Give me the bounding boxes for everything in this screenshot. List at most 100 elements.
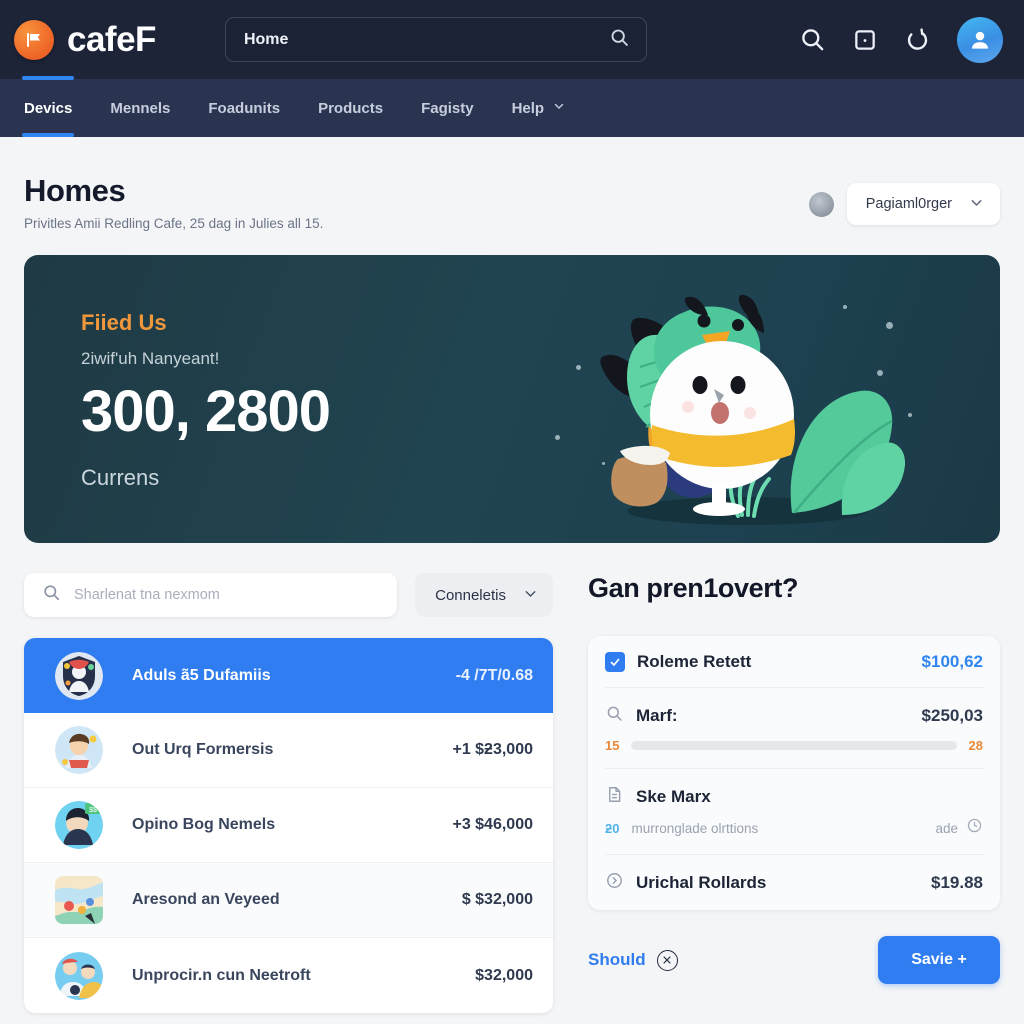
list-search-input[interactable] — [74, 587, 380, 603]
row-value: +3 $46,000 — [452, 816, 533, 833]
inbox-icon[interactable] — [852, 27, 878, 53]
should-link[interactable]: Should — [588, 949, 678, 971]
bird-mascot-illustration — [542, 273, 972, 543]
row-value: $100,62 — [921, 652, 983, 671]
row-label: Roleme Retett — [637, 652, 752, 671]
content-split: Conneletis — [24, 573, 1000, 1013]
header-search-input[interactable] — [243, 30, 609, 49]
summary-row[interactable]: Ske Marx ƻ0 murronglade olrttions ade — [605, 769, 983, 855]
table-row[interactable]: $$ Opino Bog Nemels +3 $46,000 — [24, 788, 553, 863]
row-label: Urichal Rollards — [636, 873, 767, 892]
cross-circle-icon[interactable] — [656, 949, 678, 971]
left-column: Conneletis — [24, 573, 553, 1013]
summary-row[interactable]: Marf: $250,03 15 28 — [605, 688, 983, 769]
search-icon[interactable] — [609, 27, 630, 53]
brand-logo[interactable]: cafeF — [14, 19, 156, 60]
nav-label: Foadunits — [208, 99, 281, 117]
right-panel-title: Gan pren1overt? — [588, 573, 799, 603]
search-icon — [42, 583, 61, 607]
brand-name: cafeF — [67, 19, 156, 59]
nav-label: Devics — [24, 99, 73, 117]
row-name: Aduls ã5 Dufamiis — [132, 666, 271, 684]
sub-text: murronglade olrttions — [631, 820, 759, 836]
page-dropdown-label: Pagiaml0rger — [865, 196, 952, 212]
nav-item-products[interactable]: Products — [318, 79, 383, 137]
table-row[interactable]: Out Urq Formersis +1 $ƻ3,000 — [24, 713, 553, 788]
power-icon[interactable] — [904, 26, 931, 53]
filter-row: Conneletis — [24, 573, 553, 617]
arrow-circle-icon — [605, 871, 624, 895]
should-link-label: Should — [588, 950, 646, 969]
row-name: Aresond an Veyeed — [132, 891, 280, 908]
row-label: Ske Marx — [636, 787, 711, 806]
nav-label: Help — [511, 99, 545, 117]
nav-label: Products — [318, 99, 384, 117]
progress-bar: 15 28 — [605, 738, 983, 753]
row-value: -4 /7Τ/0.68 — [455, 666, 533, 684]
row-name: Opino Bog Nemels — [132, 816, 276, 833]
item-list: Aduls ã5 Dufamiis -4 /7Τ/0.68 Out Urq Fo… — [24, 638, 553, 1013]
palette-map-avatar — [55, 876, 103, 924]
nav-item-devics[interactable]: Devics — [21, 76, 75, 137]
progress-track — [631, 741, 957, 750]
chevron-down-icon — [522, 585, 539, 606]
action-row: Should Savie + — [588, 936, 1000, 984]
page-title: Homes — [24, 173, 126, 208]
connect-dropdown-label: Conneletis — [435, 586, 506, 604]
nav-label: Mennels — [110, 99, 171, 117]
group-people-avatar — [55, 951, 103, 1000]
row-name: Out Urq Formersis — [132, 741, 274, 758]
progress-end: 28 — [968, 738, 983, 753]
page-body: Homes Privitles Amii Redling Cafe, 25 da… — [0, 137, 1024, 1013]
title-actions: Pagiaml0rger — [808, 173, 1000, 225]
sub-count: ƻ0 — [605, 820, 620, 836]
row-label: Marf: — [636, 706, 678, 725]
team-badge-avatar — [55, 651, 103, 700]
flag-logo-icon — [14, 19, 54, 60]
search-small-icon — [605, 704, 624, 728]
hero-eyebrow: Fiied Us — [81, 310, 167, 335]
nav-label: Fagisty — [421, 99, 474, 117]
summary-row[interactable]: Urichal Rollards $19.88 — [605, 855, 983, 910]
page-dropdown[interactable]: Pagiaml0rger — [846, 183, 1000, 225]
header-actions — [799, 16, 1010, 63]
row-subline: ƻ0 murronglade olrttions ade — [605, 817, 983, 839]
clock-circle-icon[interactable] — [966, 817, 983, 839]
progress-start: 15 — [605, 738, 620, 753]
connect-dropdown[interactable]: Conneletis — [415, 573, 553, 617]
right-column: Gan pren1overt? Roleme Retett $100,62 Ma… — [588, 573, 1000, 1013]
nav-item-fagisty[interactable]: Fagisty — [421, 79, 474, 137]
hero-copy: Fiied Us 2iwif'uh Nanyeant! 300, 2800 Cu… — [81, 310, 331, 491]
row-value: $19.88 — [931, 873, 983, 892]
row-value: $32,000 — [475, 966, 533, 984]
title-block: Homes Privitles Amii Redling Cafe, 25 da… — [24, 173, 323, 231]
document-icon — [605, 785, 624, 809]
top-bar: cafeF — [0, 0, 1024, 79]
hero-metric: 300, 2800 — [81, 379, 331, 444]
chevron-down-icon — [968, 194, 985, 215]
header-search[interactable] — [224, 17, 647, 62]
save-button[interactable]: Savie + — [878, 936, 1000, 984]
summary-row[interactable]: Roleme Retett $100,62 — [605, 636, 983, 688]
chevron-down-icon — [552, 99, 566, 117]
nav-item-mennels[interactable]: Mennels — [110, 79, 170, 137]
nav-item-help[interactable]: Help — [512, 79, 567, 137]
user-avatar-icon[interactable] — [957, 16, 1003, 63]
person-money-avatar: $$ — [55, 801, 103, 849]
person-coin-avatar — [55, 726, 103, 774]
row-value: $ $32,000 — [461, 891, 533, 908]
nav-item-foadunits[interactable]: Foadunits — [208, 79, 280, 137]
row-name: Unprocir.n cun Neetroft — [132, 966, 311, 984]
svg-text:$$: $$ — [89, 807, 97, 814]
table-row[interactable]: Aresond an Veyeed $ $32,000 — [24, 863, 553, 938]
table-row[interactable]: Aduls ã5 Dufamiis -4 /7Τ/0.68 — [24, 638, 553, 713]
sub-right[interactable]: ade — [935, 817, 983, 839]
sub-right-text: ade — [935, 820, 958, 836]
table-row[interactable]: Unprocir.n cun Neetroft $32,000 — [24, 938, 553, 1013]
main-nav: Devics Mennels Foadunits Products Fagist… — [0, 76, 1024, 137]
summary-card: Roleme Retett $100,62 Marf: $250,03 15 2… — [588, 636, 1000, 910]
list-search[interactable] — [24, 573, 398, 617]
row-value: +1 $ƻ3,000 — [452, 741, 533, 758]
search-icon[interactable] — [799, 26, 826, 53]
page-subtitle: Privitles Amii Redling Cafe, 25 dag in J… — [24, 216, 324, 231]
